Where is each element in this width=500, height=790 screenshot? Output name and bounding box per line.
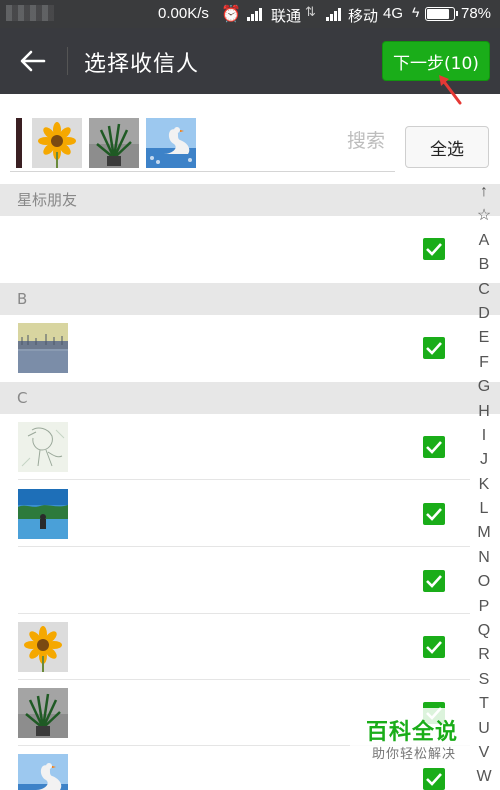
checkmark-icon [426,773,442,786]
status-bar: 0.00K/s ⏰ 联通 ⇅ 移动 4G ϟ 78% [0,0,500,28]
index-letter-o[interactable]: O [472,570,496,594]
index-letter-w[interactable]: W [472,765,496,789]
index-letter-p[interactable]: P [472,595,496,619]
lake-avatar-image [18,489,68,539]
selected-checkbox[interactable] [423,570,445,592]
index-letter-c[interactable]: C [472,278,496,302]
checkmark-icon [426,641,442,654]
index-letter-r[interactable]: R [472,643,496,667]
carrier-2-label: 移动 [348,8,379,25]
potted-plant-avatar-image [18,688,68,738]
back-arrow-icon[interactable] [18,46,48,76]
signal-icon [247,8,262,21]
contact-row[interactable] [0,414,470,480]
battery-fill [427,9,449,19]
swan-avatar-image [18,754,68,790]
blurred-notification-icons [6,5,54,21]
row-divider [18,479,470,480]
index-letter-g[interactable]: G [472,375,496,399]
index-letter-u[interactable]: U [472,717,496,741]
checkmark-icon [426,342,442,355]
title-bar: 选择收信人 下一步(10) [0,28,500,94]
selected-checkbox[interactable] [423,768,445,790]
index-letter-l[interactable]: L [472,497,496,521]
contact-row[interactable] [0,216,470,282]
selected-checkbox[interactable] [423,636,445,658]
index-letter-f[interactable]: F [472,351,496,375]
network-type-label: 4G [383,5,404,22]
contact-row[interactable] [0,315,470,381]
watermark-brand: 百科全说 [366,720,459,745]
potted-plant-image [89,118,139,168]
sunflower-avatar-image [18,622,68,672]
watermark-tagline: 助你轻松解决 [372,747,457,762]
checkmark-icon [426,441,442,454]
sunflower-image [32,118,82,168]
index-up[interactable]: ↑ [472,180,496,204]
contact-row[interactable] [0,614,470,680]
index-letter-t[interactable]: T [472,692,496,716]
selected-avatar-swan[interactable] [146,118,196,168]
selected-avatar-partial[interactable] [16,118,22,168]
index-letter-s[interactable]: S [472,668,496,692]
battery-percent: 78% [461,5,492,22]
section-header-c: C [0,382,500,414]
selected-avatar-sunflower[interactable] [32,118,82,168]
avatar [18,688,68,738]
avatar [18,323,68,373]
data-transfer-icon: ⇅ [305,4,316,19]
index-letter-h[interactable]: H [472,400,496,424]
landscape-avatar-image [18,323,68,373]
index-letter-m[interactable]: M [472,521,496,545]
index-letter-n[interactable]: N [472,546,496,570]
index-letter-i[interactable]: I [472,424,496,448]
swan-image [146,118,196,168]
index-letter-a[interactable]: A [472,229,496,253]
avatar [18,489,68,539]
index-star[interactable]: ☆ [472,204,496,228]
checkmark-icon [426,508,442,521]
index-letter-q[interactable]: Q [472,619,496,643]
index-letter-d[interactable]: D [472,302,496,326]
sketch-avatar-image [18,422,68,472]
search-input[interactable] [265,126,385,156]
charging-icon: ϟ [412,4,420,20]
index-letter-j[interactable]: J [472,448,496,472]
index-letter-b[interactable]: B [472,253,496,277]
avatar [18,622,68,672]
contact-row[interactable] [0,548,470,614]
index-letter-e[interactable]: E [472,326,496,350]
alphabet-index-bar[interactable]: ↑ ☆ A B C D E F G H I J K L M N O P Q R … [472,180,496,790]
avatar [18,754,68,790]
checkmark-icon [426,243,442,256]
alarm-icon: ⏰ [221,6,241,23]
selected-checkbox[interactable] [423,238,445,260]
index-letter-k[interactable]: K [472,473,496,497]
selected-recipients-bar [10,112,395,172]
battery-icon [425,7,458,21]
selected-avatar-plant[interactable] [89,118,139,168]
signal-icon [326,8,341,21]
row-divider [18,546,470,547]
title-divider [67,47,68,75]
app-window: 0.00K/s ⏰ 联通 ⇅ 移动 4G ϟ 78% 选择收信人 下一步(10) [0,0,500,790]
selected-checkbox[interactable] [423,436,445,458]
avatar [18,422,68,472]
next-step-button[interactable]: 下一步(10) [382,41,490,81]
section-header-b: B [0,283,500,315]
network-speed: 0.00K/s [158,5,209,22]
selected-checkbox[interactable] [423,503,445,525]
page-title: 选择收信人 [84,52,200,77]
checkmark-icon [426,575,442,588]
selected-checkbox[interactable] [423,337,445,359]
index-letter-v[interactable]: V [472,741,496,765]
carrier-1-label: 联通 [271,8,302,25]
section-header-starred: 星标朋友 [0,184,500,216]
select-all-button[interactable]: 全选 [405,126,489,168]
contact-row[interactable] [0,481,470,547]
